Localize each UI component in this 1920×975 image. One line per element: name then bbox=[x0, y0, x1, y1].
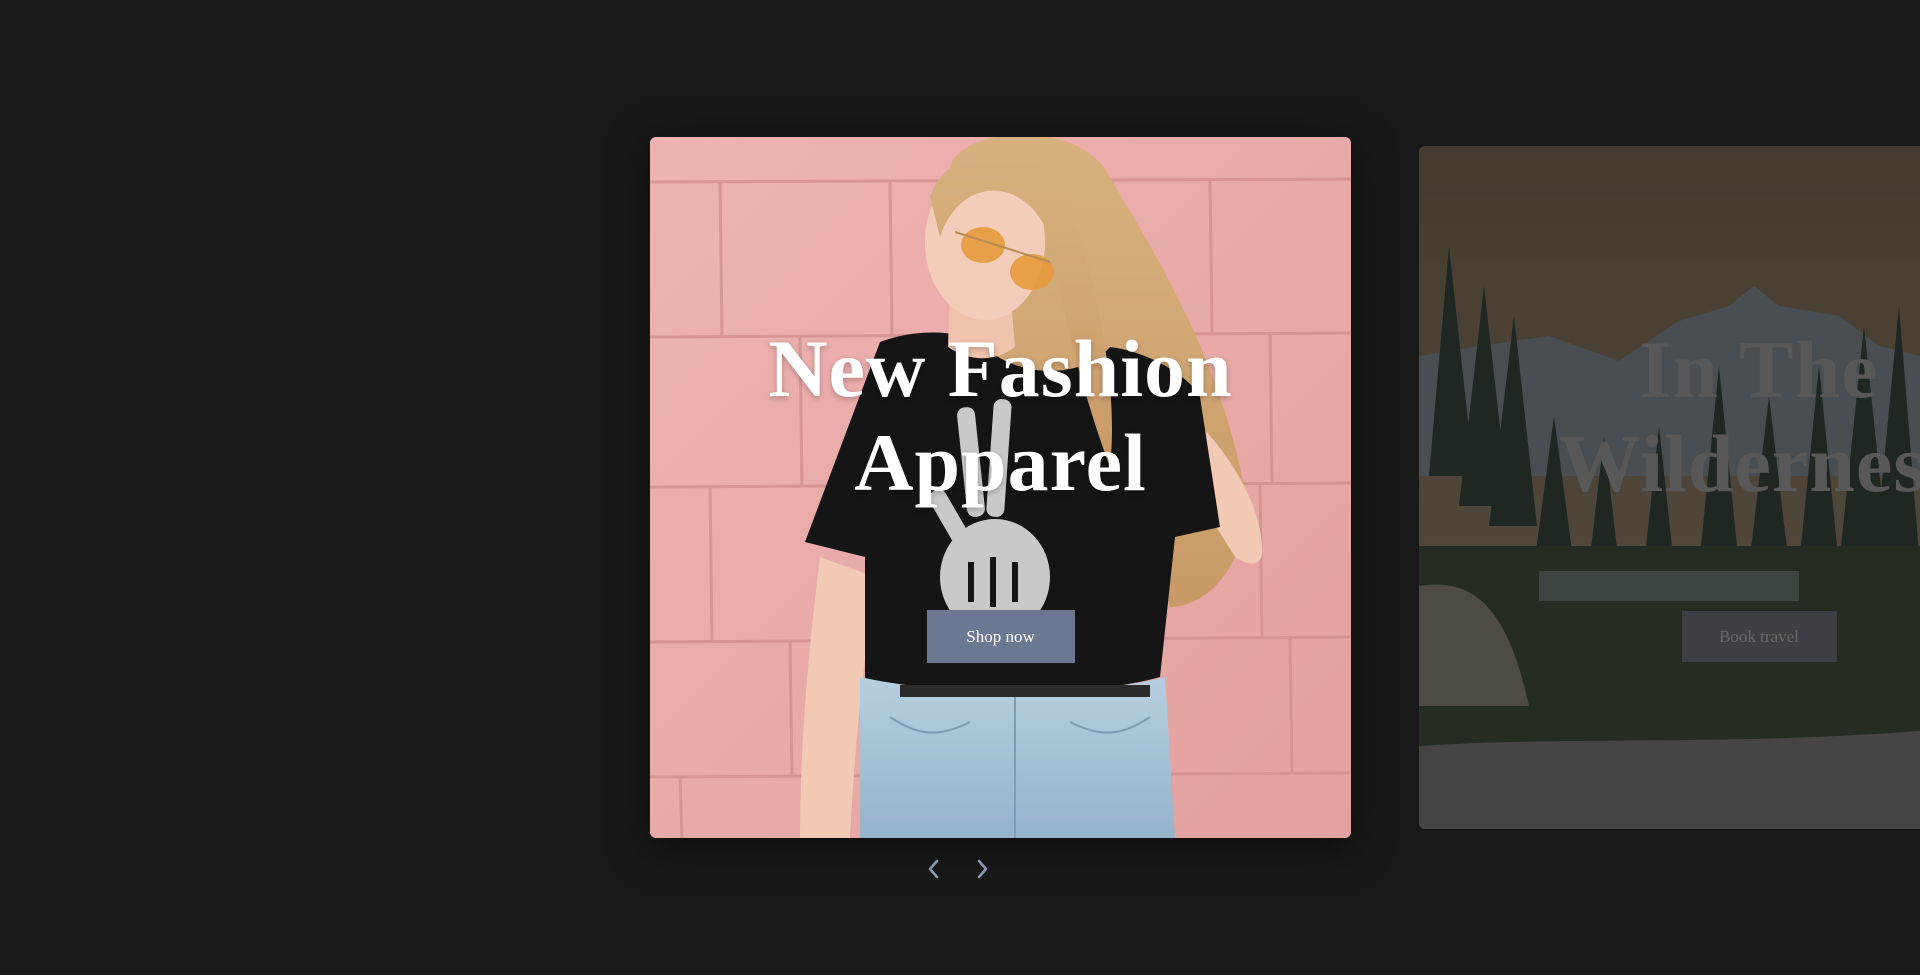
chevron-left-icon bbox=[928, 859, 939, 879]
slide-fashion[interactable]: New Fashion Apparel Shop now bbox=[650, 137, 1351, 838]
slide-content: New Fashion Apparel Shop now bbox=[650, 137, 1351, 838]
slide-content-next: In The Wilderness Book travel bbox=[1419, 146, 1920, 829]
slide-title-next: In The Wilderness bbox=[1558, 324, 1920, 509]
slide-wilderness[interactable]: In The Wilderness Book travel bbox=[1419, 146, 1920, 829]
slider-stage: New Fashion Apparel Shop now In The Wild… bbox=[0, 0, 1920, 975]
slide-title: New Fashion Apparel bbox=[768, 323, 1233, 508]
next-slide-button[interactable] bbox=[966, 853, 998, 885]
previous-slide-button[interactable] bbox=[918, 853, 950, 885]
shop-now-button[interactable]: Shop now bbox=[926, 610, 1075, 663]
slider-controls bbox=[918, 853, 998, 885]
book-travel-button[interactable]: Book travel bbox=[1681, 611, 1837, 662]
chevron-right-icon bbox=[977, 859, 988, 879]
